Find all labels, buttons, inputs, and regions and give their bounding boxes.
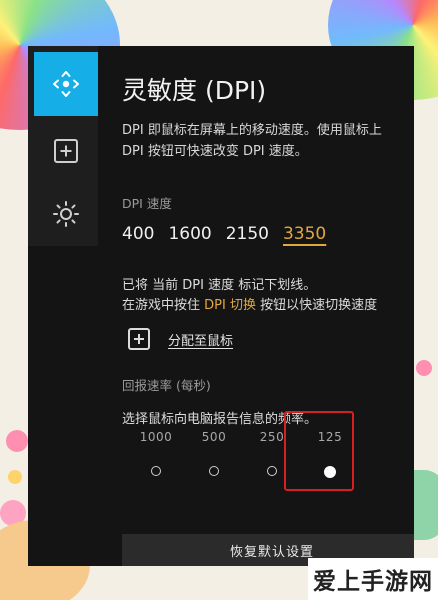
note-text: 在游戏中按住 xyxy=(122,298,205,313)
note-line: 在游戏中按住 DPI 切换 按钮以快速切换速度 xyxy=(122,296,377,316)
dpi-note: 已将 当前 DPI 速度 标记下划线。 在游戏中按住 DPI 切换 按钮以快速切… xyxy=(122,276,377,316)
radio-button[interactable] xyxy=(267,466,277,476)
move-icon xyxy=(53,71,79,97)
dpi-level-400[interactable]: 400 xyxy=(122,224,154,244)
dpi-level-3350-current[interactable]: 3350 xyxy=(283,224,326,244)
assign-to-mouse-link[interactable]: 分配至鼠标 xyxy=(168,330,233,349)
dpi-speed-label: DPI 速度 xyxy=(122,196,172,211)
page-title: 灵敏度 (DPI) xyxy=(122,76,267,105)
flower-decoration xyxy=(416,360,432,376)
flower-decoration xyxy=(8,470,22,484)
assign-to-mouse[interactable]: 分配至鼠标 xyxy=(128,328,233,350)
add-icon xyxy=(128,328,150,350)
site-watermark: 爱上手游网 xyxy=(308,558,438,600)
brightness-icon xyxy=(53,201,79,227)
sidebar-item-move[interactable] xyxy=(34,52,98,116)
report-rate-label: 回报速率 (每秒) xyxy=(122,378,211,393)
flower-decoration xyxy=(6,430,28,452)
annotation-highlight-box xyxy=(284,411,354,491)
dpi-shift-highlight: DPI 切换 xyxy=(204,298,256,313)
note-line: 已将 当前 DPI 速度 标记下划线。 xyxy=(122,278,317,293)
report-rate-option-1000[interactable]: 1000 xyxy=(132,430,180,476)
report-rate-option-500[interactable]: 500 xyxy=(190,430,238,476)
app-window: 灵敏度 (DPI) DPI 即鼠标在屏幕上的移动速度。使用鼠标上 DPI 按钮可… xyxy=(28,46,414,566)
dpi-level-2150[interactable]: 2150 xyxy=(226,224,269,244)
description-line: DPI 即鼠标在屏幕上的移动速度。使用鼠标上 xyxy=(122,123,382,138)
page-description: DPI 即鼠标在屏幕上的移动速度。使用鼠标上 DPI 按钮可快速改变 DPI 速… xyxy=(122,120,414,162)
sidebar xyxy=(28,46,98,246)
description-line: DPI 按钮可快速改变 DPI 速度。 xyxy=(122,144,308,159)
dpi-levels: 400 1600 2150 3350 xyxy=(122,224,326,244)
radio-button[interactable] xyxy=(151,466,161,476)
sidebar-item-add[interactable] xyxy=(34,119,98,183)
note-text: 按钮以快速切换速度 xyxy=(255,298,378,313)
sidebar-item-settings[interactable] xyxy=(34,182,98,246)
dpi-level-1600[interactable]: 1600 xyxy=(168,224,211,244)
add-square-icon xyxy=(54,139,78,163)
radio-button[interactable] xyxy=(209,466,219,476)
